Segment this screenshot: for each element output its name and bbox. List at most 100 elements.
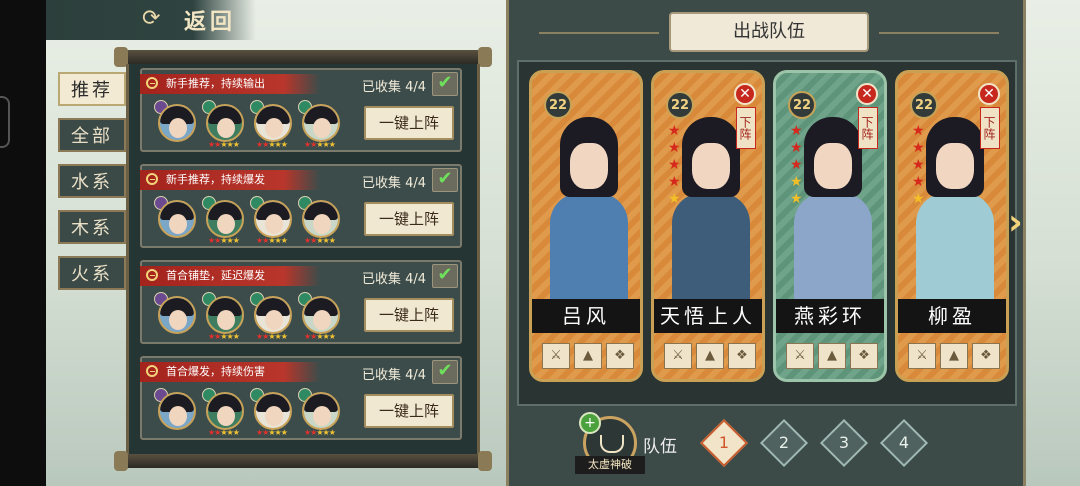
deploy-all-button[interactable]: 一键上阵 xyxy=(364,394,454,428)
accessory-slot-icon[interactable]: ❖ xyxy=(606,343,634,369)
deploy-all-button[interactable]: 一键上阵 xyxy=(364,202,454,236)
accessory-slot-icon[interactable]: ❖ xyxy=(850,343,878,369)
hero-star-rating: ★★★★★ xyxy=(304,332,336,341)
remove-hero-button[interactable]: ✕ xyxy=(734,83,756,105)
team-title: 出战队伍 xyxy=(669,12,869,52)
recommend-card: 新手推荐，持续爆发 已收集 4/4 ✔ ★★★★★ ★★★★★ ★★★★★ 一键上阵 xyxy=(140,164,462,248)
back-label: 返回 xyxy=(184,10,237,35)
red-star-icon: ★ xyxy=(790,140,803,156)
recommend-tag-text: 首合爆发，持续伤害 xyxy=(166,365,265,378)
face-shape xyxy=(217,406,235,426)
hero-card[interactable]: 22 吕风 ⚔ ▲ ❖ xyxy=(529,70,643,382)
hero-robe xyxy=(672,193,750,307)
hero-avatar-icon[interactable] xyxy=(158,104,196,142)
deploy-all-button[interactable]: 一键上阵 xyxy=(364,106,454,140)
hero-card[interactable]: 22 ★ ★ ★ ★ ★ ✕ 下阵 柳盈 ⚔ ▲ ❖ xyxy=(895,70,1009,382)
hero-avatar-icon[interactable] xyxy=(206,104,244,142)
armor-slot-icon[interactable]: ▲ xyxy=(818,343,846,369)
red-star-icon: ★ xyxy=(912,123,925,139)
hero-face xyxy=(570,143,608,189)
equipment-row: ⚔ ▲ ❖ xyxy=(786,343,882,371)
weapon-slot-icon[interactable]: ⚔ xyxy=(908,343,936,369)
armor-slot-icon[interactable]: ▲ xyxy=(574,343,602,369)
tab-all[interactable]: 全部 xyxy=(58,118,126,152)
team-slot-4[interactable]: 4 xyxy=(879,418,929,468)
hero-avatar-icon[interactable] xyxy=(302,392,340,430)
remove-hero-label[interactable]: 下阵 xyxy=(980,107,1000,149)
deploy-all-button[interactable]: 一键上阵 xyxy=(364,298,454,332)
back-button[interactable]: ⟳ 返回 xyxy=(46,0,256,40)
hero-avatar-icon[interactable] xyxy=(254,104,292,142)
skill-change-button[interactable]: + xyxy=(579,412,601,434)
weapon-slot-icon[interactable]: ⚔ xyxy=(542,343,570,369)
face-shape xyxy=(313,310,331,330)
hero-avatar-icon[interactable] xyxy=(158,392,196,430)
hero-avatar-icon[interactable] xyxy=(206,200,244,238)
weapon-slot-icon[interactable]: ⚔ xyxy=(786,343,814,369)
tab-wood[interactable]: 木系 xyxy=(58,210,126,244)
hero-star-rating: ★★★★★ xyxy=(304,428,336,437)
team-bottom-bar: + 太虚神破 队伍 1 2 3 4 xyxy=(517,412,1017,478)
red-star-icon: ★ xyxy=(790,157,803,173)
collected-count: 已收集 4/4 xyxy=(362,272,427,287)
recommend-card: 首合铺垫，延迟爆发 已收集 4/4 ✔ ★★★★★ ★★★★★ ★★★★★ 一键上阵 xyxy=(140,260,462,344)
hero-star-rating: ★★★★★ xyxy=(256,140,288,149)
red-star-icon: ★ xyxy=(912,157,925,173)
hero-card[interactable]: 22 ★ ★ ★ ★ ★ ✕ 下阵 天悟上人 ⚔ ▲ ❖ xyxy=(651,70,765,382)
remove-hero-label[interactable]: 下阵 xyxy=(736,107,756,149)
camera-notch xyxy=(0,96,10,148)
remove-hero-label[interactable]: 下阵 xyxy=(858,107,878,149)
red-star-icon: ★ xyxy=(912,174,925,190)
recommend-card: 新手推荐，持续输出 已收集 4/4 ✔ ★★★★★ ★★★★★ ★★★★★ 一键上阵 xyxy=(140,68,462,152)
hero-level-badge: 22 xyxy=(544,91,572,119)
recommend-tag: 首合铺垫，延迟爆发 xyxy=(140,266,320,286)
hero-star-rating: ★★★★★ xyxy=(256,332,288,341)
hero-robe xyxy=(550,193,628,307)
team-slot-3[interactable]: 3 xyxy=(819,418,869,468)
hero-card[interactable]: 22 ★ ★ ★ ★ ★ ✕ 下阵 燕彩环 ⚔ ▲ ❖ xyxy=(773,70,887,382)
weapon-slot-icon[interactable]: ⚔ xyxy=(664,343,692,369)
collected-count: 已收集 4/4 xyxy=(362,368,427,383)
accessory-slot-icon[interactable]: ❖ xyxy=(972,343,1000,369)
team-slot-2[interactable]: 2 xyxy=(759,418,809,468)
hero-portrait xyxy=(546,117,632,307)
hero-level-badge: 22 xyxy=(910,91,938,119)
hero-avatar-icon[interactable] xyxy=(302,296,340,334)
title-line-right xyxy=(879,32,999,34)
hero-avatar-icon[interactable] xyxy=(302,104,340,142)
face-shape xyxy=(169,214,187,234)
hero-avatar-icon[interactable] xyxy=(206,296,244,334)
hero-avatar-icon[interactable] xyxy=(158,296,196,334)
face-shape xyxy=(217,118,235,138)
equipment-row: ⚔ ▲ ❖ xyxy=(664,343,760,371)
hero-robe xyxy=(916,193,994,307)
armor-slot-icon[interactable]: ▲ xyxy=(940,343,968,369)
recommend-scroll[interactable]: 新手推荐，持续输出 已收集 4/4 ✔ ★★★★★ ★★★★★ ★★★★★ 一键上阵 新手推荐… xyxy=(114,47,492,475)
team-slot-number: 3 xyxy=(838,433,850,452)
hero-avatar-icon[interactable] xyxy=(302,200,340,238)
hero-face xyxy=(814,143,852,189)
hero-star-rating: ★★★★★ xyxy=(208,236,240,245)
red-star-icon: ★ xyxy=(668,140,681,156)
hero-avatar-icon[interactable] xyxy=(206,392,244,430)
remove-hero-button[interactable]: ✕ xyxy=(856,83,878,105)
hero-avatar-icon[interactable] xyxy=(254,392,292,430)
hero-avatar-icon[interactable] xyxy=(254,200,292,238)
magnifier-icon xyxy=(146,269,158,281)
remove-hero-button[interactable]: ✕ xyxy=(978,83,1000,105)
collected-count: 已收集 4/4 xyxy=(362,80,427,95)
tab-water[interactable]: 水系 xyxy=(58,164,126,198)
gold-star-icon: ★ xyxy=(790,174,803,190)
hero-avatar-icon[interactable] xyxy=(254,296,292,334)
team-slot-1[interactable]: 1 xyxy=(699,418,749,468)
tab-recommend[interactable]: 推荐 xyxy=(58,72,126,106)
gold-star-icon: ★ xyxy=(790,191,803,207)
armor-slot-icon[interactable]: ▲ xyxy=(696,343,724,369)
magnifier-icon xyxy=(146,173,158,185)
hero-star-rating: ★★★★★ xyxy=(304,140,336,149)
tab-fire[interactable]: 火系 xyxy=(58,256,126,290)
next-page-arrow-icon[interactable]: › xyxy=(1008,202,1023,243)
accessory-slot-icon[interactable]: ❖ xyxy=(728,343,756,369)
hero-avatar-icon[interactable] xyxy=(158,200,196,238)
check-icon: ✔ xyxy=(432,360,458,384)
